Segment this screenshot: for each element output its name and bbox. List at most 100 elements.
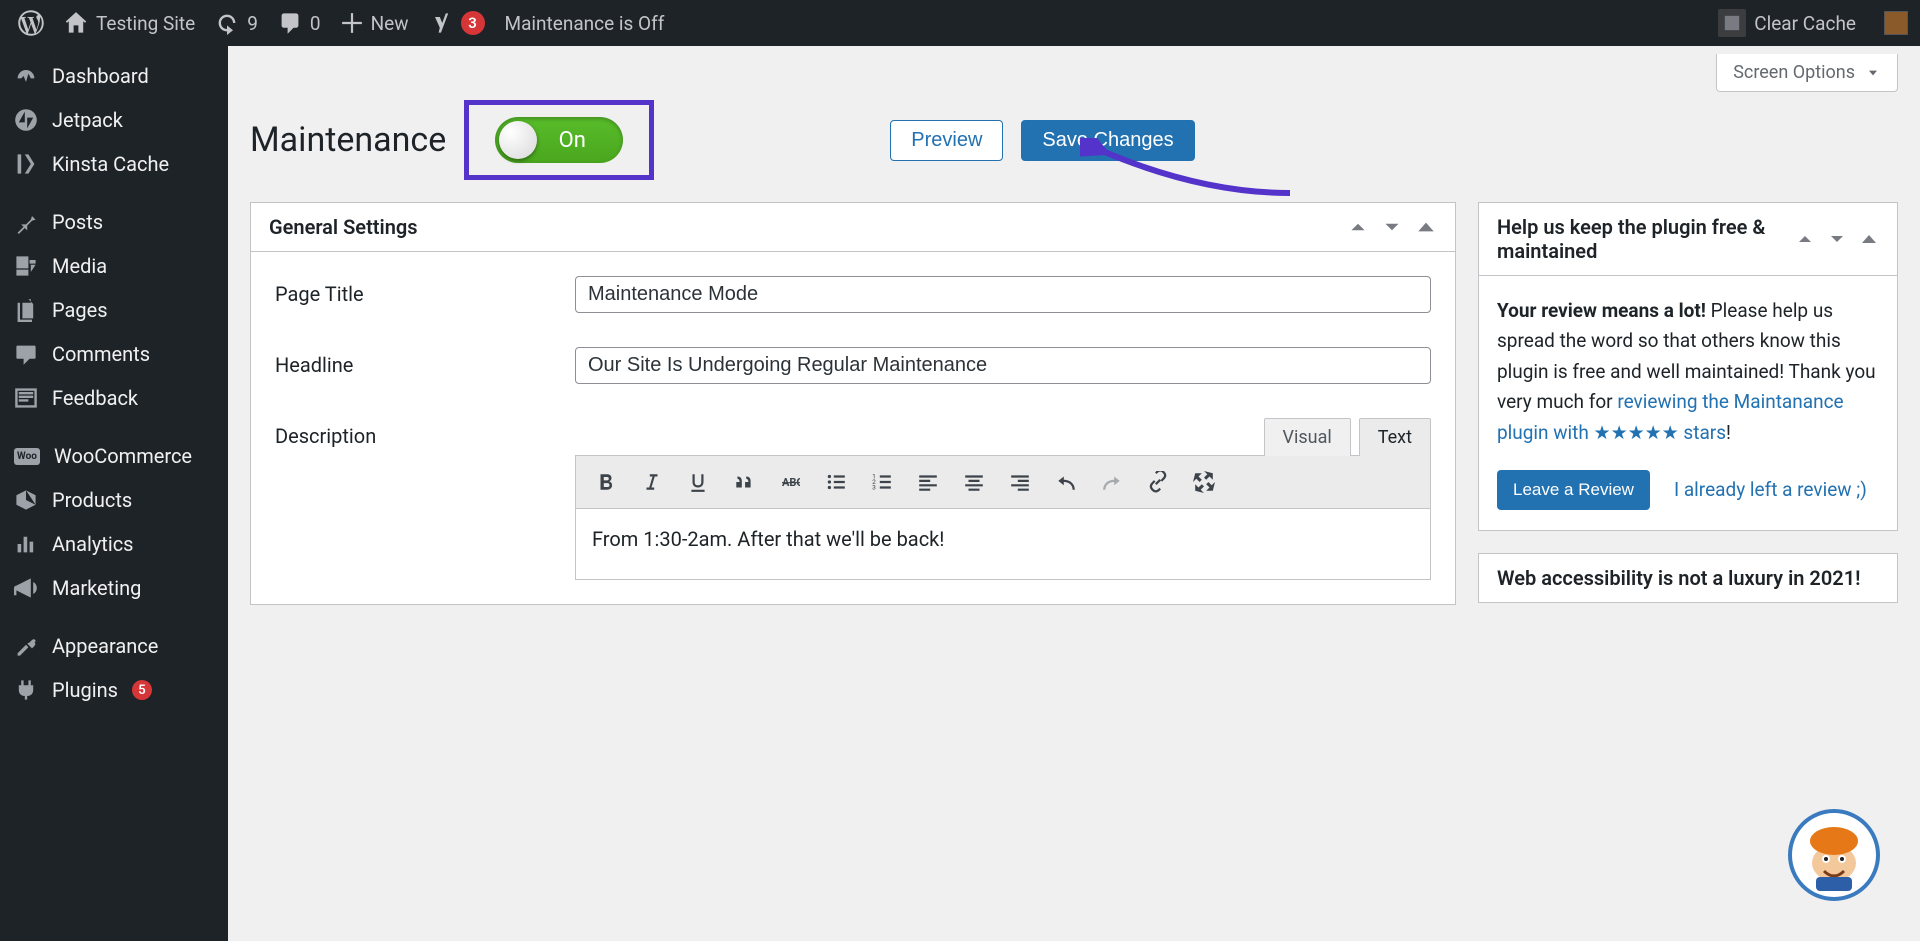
plugins-update-count: 5 (132, 680, 152, 700)
cache-icon-box (1718, 9, 1746, 37)
chevron-down-icon[interactable] (1827, 229, 1847, 249)
headline-input[interactable] (575, 347, 1431, 384)
sidebar-item-plugins[interactable]: Plugins 5 (0, 668, 228, 712)
sidebar-item-label: Posts (52, 210, 103, 234)
woo-icon: Woo (14, 448, 40, 465)
ed-undo-button[interactable] (1046, 462, 1086, 502)
ed-ul-button[interactable] (816, 462, 856, 502)
mascot-icon (1794, 815, 1874, 895)
maintenance-status-link[interactable]: Maintenance is Off (495, 0, 675, 46)
refresh-icon (215, 11, 239, 35)
ed-align-right-button[interactable] (1000, 462, 1040, 502)
page-title: Maintenance (250, 120, 446, 160)
comments-icon (14, 342, 38, 366)
home-icon (64, 11, 88, 35)
preview-button[interactable]: Preview (890, 120, 1003, 161)
chevron-up-icon[interactable] (1795, 229, 1815, 249)
comments-link[interactable]: 0 (268, 0, 331, 46)
ed-quote-button[interactable] (724, 462, 764, 502)
sidebar-item-label: Pages (52, 298, 108, 322)
already-reviewed-link[interactable]: I already left a review ;) (1674, 478, 1867, 501)
comments-count: 0 (310, 12, 321, 35)
ed-link-button[interactable] (1138, 462, 1178, 502)
leave-review-button[interactable]: Leave a Review (1497, 470, 1650, 510)
clear-cache-text: Clear Cache (1754, 12, 1856, 35)
new-content-link[interactable]: New (331, 0, 419, 46)
ed-bold-button[interactable] (586, 462, 626, 502)
sidebar-item-label: Feedback (52, 386, 138, 410)
comment-icon (278, 11, 302, 35)
mascot-help-button[interactable] (1788, 809, 1880, 901)
yoast-icon (429, 11, 453, 35)
ed-strike-button[interactable]: ABC (770, 462, 810, 502)
ed-fullscreen-button[interactable] (1184, 462, 1224, 502)
site-name-link[interactable]: Testing Site (54, 0, 205, 46)
kinsta-icon (14, 152, 38, 176)
sidebar-item-feedback[interactable]: Feedback (0, 376, 228, 420)
toggle-knob (499, 121, 537, 159)
editor-tab-visual[interactable]: Visual (1264, 418, 1351, 456)
panel-title: Help us keep the plugin free & maintaine… (1497, 215, 1795, 263)
svg-text:3: 3 (872, 484, 876, 492)
sidebar-item-label: Jetpack (52, 108, 123, 132)
review-panel: Help us keep the plugin free & maintaine… (1478, 202, 1898, 531)
review-bold-lead: Your review means a lot! (1497, 299, 1706, 322)
accessibility-panel: Web accessibility is not a luxury in 202… (1478, 553, 1898, 603)
ed-redo-button[interactable] (1092, 462, 1132, 502)
media-icon (14, 254, 38, 278)
wordpress-icon (18, 10, 44, 36)
sidebar-item-label: Products (52, 488, 132, 512)
ed-underline-button[interactable] (678, 462, 718, 502)
cache-icon (1723, 14, 1741, 32)
screen-options-tab[interactable]: Screen Options (1716, 54, 1898, 92)
sidebar-item-label: Appearance (52, 634, 158, 658)
pages-icon (14, 298, 38, 322)
plus-icon (341, 12, 363, 34)
sidebar-item-label: Plugins (52, 678, 118, 702)
review-body-2: ! (1726, 421, 1731, 444)
ed-italic-button[interactable] (632, 462, 672, 502)
sidebar-item-marketing[interactable]: Marketing (0, 566, 228, 610)
editor-tab-text[interactable]: Text (1359, 418, 1431, 456)
updates-link[interactable]: 9 (205, 0, 268, 46)
description-label: Description (275, 418, 555, 448)
ed-align-left-button[interactable] (908, 462, 948, 502)
appearance-icon (14, 634, 38, 658)
jetpack-icon (14, 108, 38, 132)
caret-down-icon (1865, 65, 1881, 81)
maintenance-toggle[interactable]: On (495, 117, 623, 163)
caret-up-icon[interactable] (1415, 216, 1437, 238)
ed-align-center-button[interactable] (954, 462, 994, 502)
sidebar-item-comments[interactable]: Comments (0, 332, 228, 376)
page-title-input[interactable] (575, 276, 1431, 313)
chevron-up-icon[interactable] (1347, 216, 1369, 238)
clear-cache-link[interactable]: Clear Cache (1708, 0, 1866, 46)
save-changes-button[interactable]: Save Changes (1021, 120, 1194, 161)
sidebar-item-label: WooCommerce (54, 444, 192, 468)
sidebar-item-label: Analytics (52, 532, 134, 556)
sidebar-item-products[interactable]: Products (0, 478, 228, 522)
sidebar-item-woocommerce[interactable]: Woo WooCommerce (0, 434, 228, 478)
sidebar-item-dashboard[interactable]: Dashboard (0, 54, 228, 98)
updates-count: 9 (247, 12, 258, 35)
sidebar-item-posts[interactable]: Posts (0, 200, 228, 244)
sidebar-item-media[interactable]: Media (0, 244, 228, 288)
chevron-down-icon[interactable] (1381, 216, 1403, 238)
pin-icon (14, 210, 38, 234)
caret-up-icon[interactable] (1859, 229, 1879, 249)
maintenance-status-text: Maintenance is Off (505, 12, 665, 35)
user-account[interactable] (1866, 0, 1912, 46)
sidebar-item-analytics[interactable]: Analytics (0, 522, 228, 566)
toggle-highlight: On (464, 100, 654, 180)
sidebar-item-appearance[interactable]: Appearance (0, 624, 228, 668)
sidebar-item-kinsta[interactable]: Kinsta Cache (0, 142, 228, 186)
products-icon (14, 488, 38, 512)
sidebar-item-label: Media (52, 254, 107, 278)
description-textarea[interactable]: From 1:30-2am. After that we'll be back! (576, 509, 1430, 579)
ed-ol-button[interactable]: 123 (862, 462, 902, 502)
wp-logo[interactable] (8, 0, 54, 46)
sidebar-item-jetpack[interactable]: Jetpack (0, 98, 228, 142)
sidebar-item-pages[interactable]: Pages (0, 288, 228, 332)
sidebar-item-label: Dashboard (52, 64, 149, 88)
yoast-link[interactable]: 3 (419, 0, 495, 46)
